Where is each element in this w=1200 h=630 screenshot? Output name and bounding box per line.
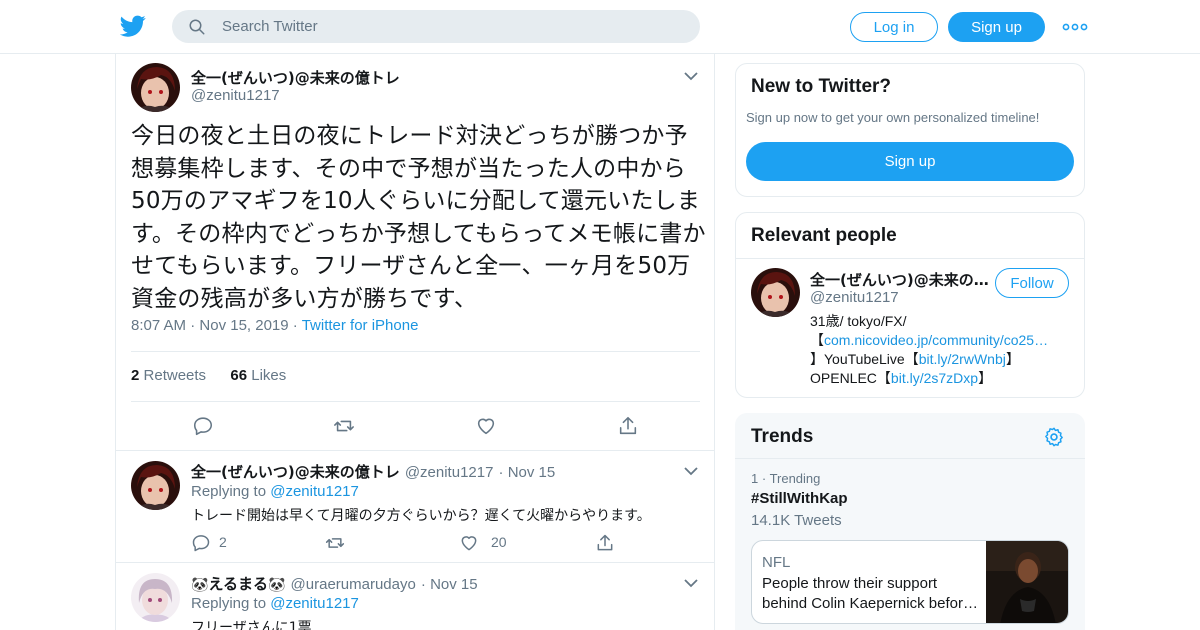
bio-text: OPENLEC【 [810, 370, 891, 386]
reply-author-avatar[interactable] [131, 573, 180, 622]
reply-author-name[interactable]: えるまる [208, 575, 268, 593]
person-name[interactable]: 全一(ぜんいつ)@未来の… [810, 269, 990, 290]
bio-text: 】 [978, 370, 993, 386]
chevron-down-icon[interactable] [683, 70, 699, 82]
main-tweet-column: 全一(ぜんいつ)@未来の億トレ @zenitu1217 今日の夜と土日の夜にトレ… [115, 54, 715, 630]
trend-tweet-count: 14.1K Tweets [751, 512, 842, 529]
card-title: Relevant people [751, 225, 897, 246]
trends-title: Trends [751, 426, 814, 447]
trend-hashtag[interactable]: #StillWithKap [751, 490, 848, 507]
chevron-down-icon[interactable] [683, 465, 699, 477]
top-bar: Log in Sign up [0, 0, 1200, 54]
tweet-source-link[interactable]: Twitter for iPhone [302, 317, 419, 334]
twitter-bird-icon[interactable] [120, 13, 146, 39]
avatar-image-icon [751, 268, 800, 317]
tweet-timestamp: 8:07 AM · Nov 15, 2019 · Twitter for iPh… [131, 317, 419, 334]
retweets-label: Retweets [143, 367, 207, 384]
share-icon[interactable] [617, 415, 639, 437]
avatar-image-icon [131, 461, 180, 510]
follow-button[interactable]: Follow [995, 268, 1069, 298]
chevron-down-icon[interactable] [683, 577, 699, 589]
news-thumbnail-image [986, 541, 1068, 623]
author-name[interactable]: 全一(ぜんいつ)@未来の億トレ [191, 67, 400, 88]
replying-to-label: Replying to [191, 483, 267, 500]
more-options-icon[interactable] [1062, 18, 1088, 36]
bio-text: 】 [1005, 351, 1020, 367]
bio-link[interactable]: bit.ly/2rwWnbj [919, 351, 1006, 367]
settings-gear-icon[interactable] [1043, 426, 1065, 448]
tweet-stats: 2 Retweets 66 Likes [131, 367, 286, 384]
tweet-date[interactable]: Nov 15, 2019 [199, 317, 288, 334]
divider [131, 351, 700, 352]
panda-icon: 🐼 [191, 577, 209, 593]
reply-date[interactable]: Nov 15 [430, 576, 478, 593]
likes-stat[interactable]: 66 Likes [230, 367, 286, 384]
trend-rank: 1 [751, 471, 759, 486]
reply-author-name[interactable]: 全一(ぜんいつ)@未来の億トレ [191, 463, 400, 481]
reply-text: フリーザさんに1票 [191, 620, 312, 630]
likes-label: Likes [251, 367, 287, 384]
author-handle[interactable]: @zenitu1217 [191, 87, 280, 104]
divider [131, 401, 700, 402]
retweets-stat[interactable]: 2 Retweets [131, 367, 206, 384]
author-avatar[interactable] [131, 63, 180, 112]
person-bio: 31歳/ tokyo/FX/ 【com.nicovideo.jp/communi… [810, 312, 1075, 388]
card-title: New to Twitter? [751, 76, 892, 97]
signup-button[interactable]: Sign up [948, 12, 1045, 42]
retweets-count: 2 [131, 367, 140, 384]
reply-tweet[interactable]: 🐼えるまる🐼 @uraerumarudayo · Nov 15 Replying… [116, 562, 714, 630]
person-avatar[interactable] [751, 268, 800, 317]
reply-author-avatar[interactable] [131, 461, 180, 510]
tweet-time[interactable]: 8:07 AM [131, 317, 186, 334]
likes-count: 66 [230, 367, 248, 384]
bio-line: 31歳/ tokyo/FX/ [810, 313, 907, 329]
new-to-twitter-card: New to Twitter? Sign up now to get your … [735, 63, 1085, 197]
avatar-image-icon [131, 63, 180, 112]
like-heart-icon[interactable] [475, 415, 497, 437]
panda-icon: 🐼 [268, 577, 286, 593]
divider [735, 458, 1085, 459]
trend-news-card[interactable]: NFL People throw their support behind Co… [751, 540, 1069, 624]
replying-to-label: Replying to [191, 595, 267, 612]
search-input[interactable] [222, 10, 682, 43]
replying-to-link[interactable]: @zenitu1217 [270, 483, 359, 500]
relevant-people-card: Relevant people 全一(ぜんいつ)@未来の… @zenitu121… [735, 212, 1085, 398]
like-count: 20 [491, 534, 507, 550]
retweet-icon[interactable] [333, 415, 355, 437]
trend-label: Trending [769, 471, 821, 486]
trend-meta: 1 · Trending [751, 471, 821, 486]
login-button[interactable]: Log in [850, 12, 938, 42]
person-handle[interactable]: @zenitu1217 [810, 289, 899, 306]
reply-tweet[interactable]: 全一(ぜんいつ)@未来の億トレ @zenitu1217 · Nov 15 Rep… [116, 450, 714, 562]
reply-author-handle[interactable]: @uraerumarudayo [291, 576, 416, 593]
reply-icon[interactable] [191, 533, 211, 553]
tweet-text: 今日の夜と土日の夜にトレード対決どっちが勝つか予想募集枠します、その中で予想が当… [131, 123, 706, 312]
search-icon [189, 19, 205, 35]
sidebar-signup-button[interactable]: Sign up [746, 142, 1074, 181]
like-heart-icon[interactable] [459, 533, 479, 553]
card-subtitle: Sign up now to get your own personalized… [746, 110, 1040, 125]
search-bar[interactable] [172, 10, 700, 43]
retweet-icon[interactable] [325, 533, 345, 553]
bio-link[interactable]: com.nicovideo.jp/community/co25… [824, 332, 1048, 348]
reply-date[interactable]: Nov 15 [508, 464, 556, 481]
reply-count: 2 [219, 534, 227, 550]
trends-panel: Trends 1 · Trending #StillWithKap 14.1K … [735, 413, 1085, 630]
reply-text: トレード開始は早くて月曜の夕方ぐらいから？遅くて火曜からやります。 [191, 508, 651, 524]
news-headline: People throw their support behind Colin … [762, 575, 978, 612]
news-category: NFL [762, 554, 791, 571]
replying-to-link[interactable]: @zenitu1217 [270, 595, 359, 612]
reply-author-handle[interactable]: @zenitu1217 [405, 464, 494, 481]
bio-text: 】YouTubeLive【 [810, 351, 919, 367]
bio-link[interactable]: bit.ly/2s7zDxp [891, 370, 978, 386]
avatar-image-icon [131, 573, 180, 622]
reply-icon[interactable] [192, 415, 214, 437]
bio-text: 【 [810, 332, 824, 348]
divider [736, 258, 1084, 259]
share-icon[interactable] [595, 533, 615, 553]
